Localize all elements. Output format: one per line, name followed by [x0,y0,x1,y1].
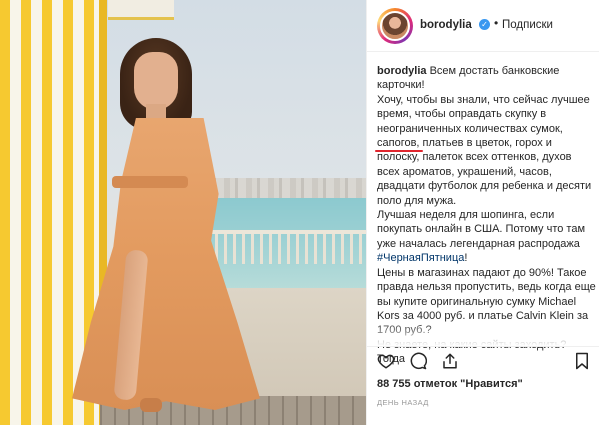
dress-belt [112,176,188,188]
verified-badge-icon: ✓ [479,19,490,30]
post-header: borodylia ✓ • Подписки [367,0,599,52]
likes-number: 88 755 [377,378,411,390]
likes-count[interactable]: 88 755 отметок "Нравится" [377,378,523,390]
bookmark-icon[interactable] [573,352,591,370]
cabana-canopy [108,0,174,20]
heart-icon[interactable] [377,352,395,370]
separator-dot: • [494,16,499,30]
following-button[interactable]: Подписки [502,19,553,31]
post-side-panel: borodylia ✓ • Подписки borodylia Всем до… [366,0,599,425]
post-photo[interactable] [0,0,366,425]
model-shoe [140,398,162,412]
caption-line-3: Лучшая неделя для шопинга, если покупать… [377,209,586,250]
comment-icon[interactable] [409,352,427,370]
caption-line-3-end: ! [464,252,468,265]
action-bar [367,346,599,372]
highlighted-word: сапогов, [374,137,425,153]
avatar[interactable] [380,11,410,41]
model-face [134,52,178,110]
post-timestamp[interactable]: ДЕНЬ НАЗАД [377,398,429,407]
caption-fade [367,322,599,346]
header-username[interactable]: borodylia [420,19,472,31]
caption-line-2-pre: Хочу, чтобы вы знали, что сейчас лучшее … [377,93,590,135]
likes-label: отметок "Нравится" [413,378,523,390]
share-icon[interactable] [441,352,459,370]
hashtag-link[interactable]: #ЧернаяПятница [377,252,464,264]
caption-username[interactable]: borodylia [377,65,427,77]
